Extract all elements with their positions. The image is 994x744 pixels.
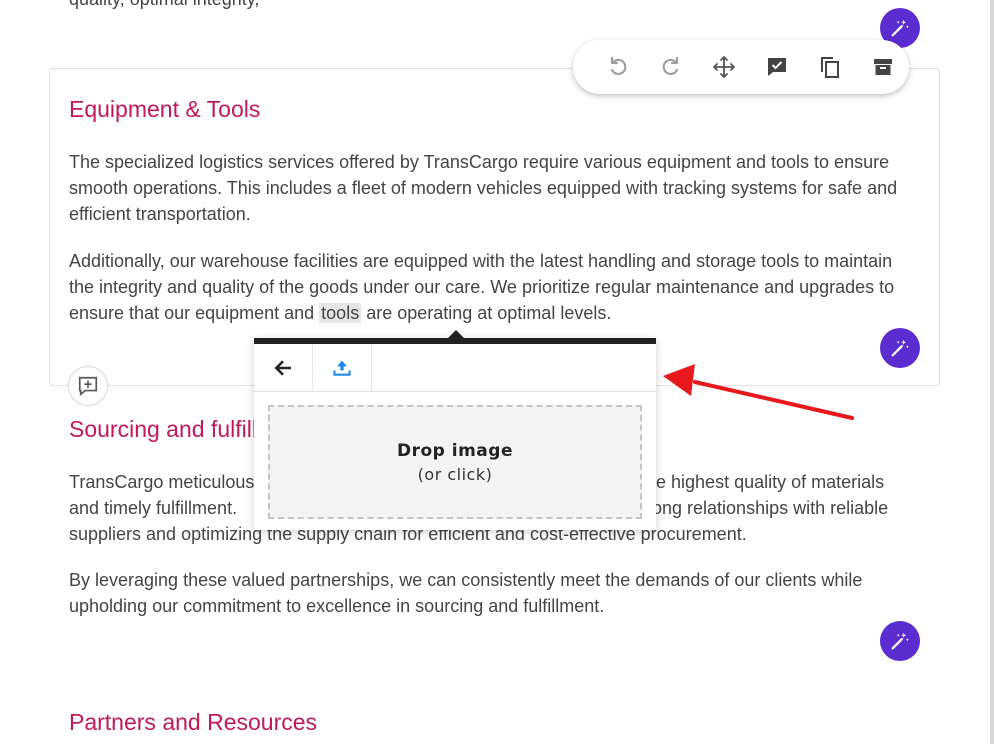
selected-word[interactable]: tools bbox=[319, 303, 362, 323]
duplicate-button[interactable] bbox=[803, 40, 856, 94]
copy-icon bbox=[820, 57, 839, 78]
image-dropzone[interactable]: Drop image (or click) bbox=[268, 405, 642, 519]
approve-comment-icon bbox=[767, 58, 786, 76]
scrollbar-edge bbox=[990, 0, 994, 744]
approve-comment-button[interactable] bbox=[750, 40, 803, 94]
editor-page: quality, optimal integrity, Equipment & … bbox=[0, 0, 990, 744]
undo-button[interactable] bbox=[591, 40, 644, 94]
magic-wand-icon bbox=[891, 339, 909, 357]
move-icon bbox=[712, 56, 735, 78]
paragraph-equipment-2: Additionally, our warehouse facilities a… bbox=[69, 248, 919, 326]
upload-icon bbox=[333, 360, 351, 376]
add-comment-icon bbox=[78, 376, 98, 396]
paragraph-equipment-1: The specialized logistics services offer… bbox=[69, 152, 898, 224]
section-heading-partners: Partners and Resources bbox=[69, 709, 318, 735]
magic-wand-icon bbox=[891, 632, 909, 650]
section-heading-equipment: Equipment & Tools bbox=[69, 96, 261, 122]
dropzone-subtitle: (or click) bbox=[417, 464, 493, 484]
ai-magic-button-sourcing[interactable] bbox=[880, 621, 920, 661]
redo-button[interactable] bbox=[644, 40, 697, 94]
paragraph-sourcing-line2-right: rong relationships with reliable bbox=[646, 498, 889, 518]
back-button[interactable] bbox=[254, 344, 313, 392]
paragraph-sourcing-line1-left: TransCargo meticulous bbox=[69, 472, 255, 492]
dropzone-title: Drop image bbox=[397, 440, 513, 461]
previous-paragraph-tail: quality, optimal integrity, bbox=[69, 0, 259, 12]
annotation-arrow bbox=[663, 364, 854, 420]
add-comment-button[interactable] bbox=[68, 366, 108, 406]
paragraph-sourcing-2: By leveraging these valued partnerships,… bbox=[69, 570, 863, 616]
ai-magic-button-equipment[interactable] bbox=[880, 328, 920, 368]
magic-wand-icon bbox=[891, 19, 909, 37]
paragraph-text-end: are operating at optimal levels. bbox=[361, 303, 612, 323]
archive-icon bbox=[873, 59, 892, 75]
popup-toolbar bbox=[254, 344, 656, 392]
paragraph-sourcing-line1-right: he highest quality of materials bbox=[646, 472, 885, 492]
section-toolbar bbox=[573, 40, 909, 94]
upload-button[interactable] bbox=[313, 344, 372, 392]
back-arrow-icon bbox=[274, 360, 291, 376]
redo-icon bbox=[662, 56, 678, 75]
undo-icon bbox=[610, 56, 626, 75]
popup-caret bbox=[448, 330, 464, 338]
move-button[interactable] bbox=[697, 40, 750, 94]
image-insert-popup: Drop image (or click) bbox=[254, 338, 656, 530]
archive-button[interactable] bbox=[856, 40, 909, 94]
paragraph-sourcing-line2-left: and timely fulfillment. bbox=[69, 498, 238, 518]
